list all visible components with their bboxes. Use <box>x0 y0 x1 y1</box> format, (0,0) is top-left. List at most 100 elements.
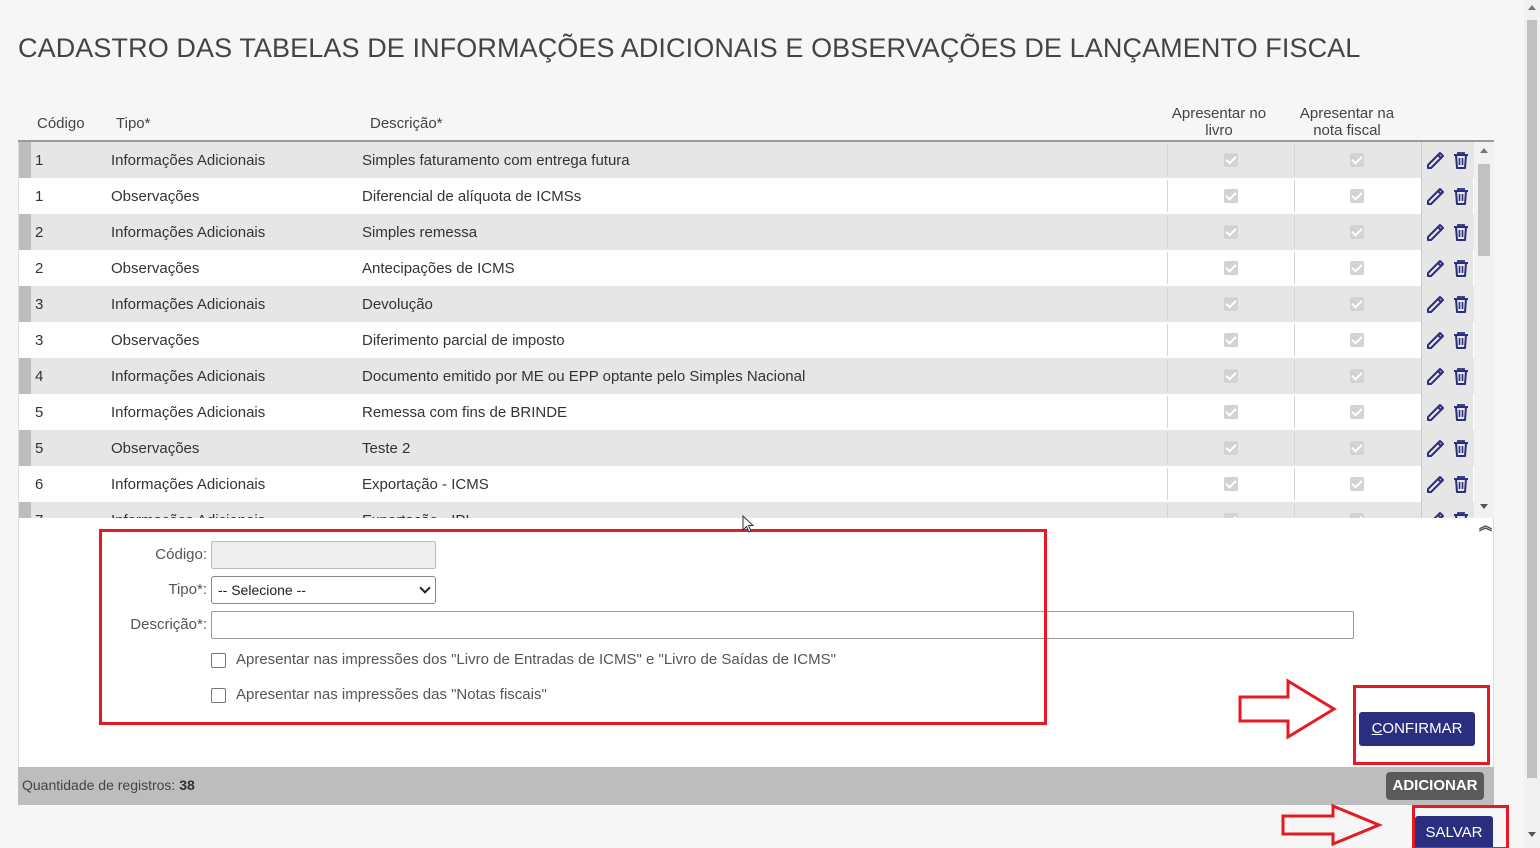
table-row[interactable]: 5 Observações Teste 2 <box>19 430 1475 466</box>
trash-icon[interactable] <box>1451 474 1471 494</box>
cell-codigo: 1 <box>35 188 44 205</box>
pencil-icon[interactable] <box>1425 258 1445 278</box>
row-selector[interactable] <box>19 214 31 250</box>
row-selector[interactable] <box>19 502 31 518</box>
pencil-icon[interactable] <box>1425 222 1445 242</box>
records-grid: 1 Informações Adicionais Simples faturamen… <box>18 142 1494 518</box>
row-actions <box>1421 466 1473 502</box>
pencil-icon[interactable] <box>1425 438 1445 458</box>
cell-tipo: Informações Adicionais <box>111 368 266 385</box>
row-selector[interactable] <box>19 286 31 322</box>
scroll-down-icon[interactable] <box>1480 504 1488 509</box>
grid-scrollbar[interactable] <box>1474 142 1494 518</box>
column-divider <box>1294 396 1295 428</box>
row-actions <box>1421 502 1473 518</box>
cell-codigo: 1 <box>35 152 44 169</box>
table-row[interactable]: 1 Observações Diferencial de alíquota de I… <box>19 178 1475 214</box>
trash-icon[interactable] <box>1451 258 1471 278</box>
column-header-codigo[interactable]: Código <box>37 115 85 132</box>
column-divider <box>1167 288 1168 320</box>
double-chevron-up-icon[interactable]: ︽ <box>1479 519 1492 532</box>
trash-icon[interactable] <box>1451 330 1471 350</box>
grid-scrollbar-thumb[interactable] <box>1478 164 1490 256</box>
cell-tipo: Informações Adicionais <box>111 476 266 493</box>
trash-icon[interactable] <box>1451 186 1471 206</box>
annotation-arrow-icon <box>1281 803 1383 847</box>
cell-apresentar-livro-checkbox <box>1224 225 1238 239</box>
cell-tipo: Informações Adicionais <box>111 404 266 421</box>
table-row[interactable]: 6 Informações Adicionais Exportação - ICMS <box>19 466 1475 502</box>
table-row[interactable]: 1 Informações Adicionais Simples faturamen… <box>19 142 1475 178</box>
cell-apresentar-livro-checkbox <box>1224 297 1238 311</box>
row-selector[interactable] <box>19 430 31 466</box>
row-actions <box>1421 286 1473 322</box>
cell-apresentar-nota-checkbox <box>1350 297 1364 311</box>
cell-codigo: 3 <box>35 296 44 313</box>
annotation-box-confirmar <box>1353 685 1490 765</box>
column-divider <box>1294 504 1295 518</box>
row-actions <box>1421 322 1473 358</box>
page-scrollbar[interactable] <box>1524 0 1540 848</box>
column-divider <box>1294 252 1295 284</box>
row-actions <box>1421 142 1473 178</box>
trash-icon[interactable] <box>1451 438 1471 458</box>
column-divider <box>1294 468 1295 500</box>
cell-descricao: Diferencial de alíquota de ICMSs <box>362 188 582 205</box>
cell-tipo: Observações <box>111 260 200 277</box>
annotation-box-salvar <box>1412 805 1509 848</box>
table-row[interactable]: 2 Observações Antecipações de ICMS <box>19 250 1475 286</box>
row-selector[interactable] <box>19 358 31 394</box>
pencil-icon[interactable] <box>1425 402 1445 422</box>
pencil-icon[interactable] <box>1425 150 1445 170</box>
cell-descricao: Remessa com fins de BRINDE <box>362 404 568 421</box>
row-actions <box>1421 358 1473 394</box>
cell-apresentar-nota-checkbox <box>1350 153 1364 167</box>
pencil-icon[interactable] <box>1425 510 1445 518</box>
column-header-descricao[interactable]: Descrição* <box>370 115 443 132</box>
table-row[interactable]: 5 Informações Adicionais Remessa com fins … <box>19 394 1475 430</box>
column-divider <box>1167 504 1168 518</box>
column-divider <box>1294 144 1295 176</box>
column-header-apresentar-nota[interactable]: Apresentar na nota fiscal <box>1296 105 1398 139</box>
trash-icon[interactable] <box>1451 150 1471 170</box>
cell-descricao: Exportação - ICMS <box>362 476 489 493</box>
column-divider <box>1167 396 1168 428</box>
scroll-up-icon[interactable] <box>1480 148 1488 153</box>
column-divider <box>1294 324 1295 356</box>
pencil-icon[interactable] <box>1425 294 1445 314</box>
trash-icon[interactable] <box>1451 402 1471 422</box>
trash-icon[interactable] <box>1451 510 1471 518</box>
column-divider <box>1294 216 1295 248</box>
page-scroll-up-icon[interactable] <box>1528 5 1536 10</box>
trash-icon[interactable] <box>1451 366 1471 386</box>
column-divider <box>1167 324 1168 356</box>
table-row[interactable]: 4 Informações Adicionais Documento emitido… <box>19 358 1475 394</box>
row-actions <box>1421 178 1473 214</box>
pencil-icon[interactable] <box>1425 330 1445 350</box>
pencil-icon[interactable] <box>1425 474 1445 494</box>
pencil-icon[interactable] <box>1425 366 1445 386</box>
pencil-icon[interactable] <box>1425 186 1445 206</box>
cell-apresentar-nota-checkbox <box>1350 333 1364 347</box>
cell-descricao: Devolução <box>362 296 433 313</box>
cell-apresentar-nota-checkbox <box>1350 405 1364 419</box>
trash-icon[interactable] <box>1451 222 1471 242</box>
table-row[interactable]: 2 Informações Adicionais Simples remessa <box>19 214 1475 250</box>
page-title: CADASTRO DAS TABELAS DE INFORMAÇÕES ADIC… <box>18 33 1361 63</box>
table-row[interactable]: 3 Informações Adicionais Devolução <box>19 286 1475 322</box>
cell-apresentar-nota-checkbox <box>1350 441 1364 455</box>
adicionar-button[interactable]: ADICIONAR <box>1386 772 1484 800</box>
cell-codigo: 5 <box>35 440 44 457</box>
cell-apresentar-nota-checkbox <box>1350 261 1364 275</box>
trash-icon[interactable] <box>1451 294 1471 314</box>
page-scrollbar-thumb[interactable] <box>1527 20 1537 778</box>
row-selector[interactable] <box>19 142 31 178</box>
cell-descricao: Simples remessa <box>362 224 478 241</box>
column-header-tipo[interactable]: Tipo* <box>116 115 150 132</box>
table-row[interactable]: 3 Observações Diferimento parcial de impos… <box>19 322 1475 358</box>
column-divider <box>1167 216 1168 248</box>
column-header-apresentar-livro[interactable]: Apresentar no livro <box>1168 105 1270 139</box>
cell-tipo: Observações <box>111 440 200 457</box>
grid-footer: Quantidade de registros: 38 ADICIONAR <box>18 767 1494 805</box>
page-scroll-down-icon[interactable] <box>1528 832 1536 837</box>
